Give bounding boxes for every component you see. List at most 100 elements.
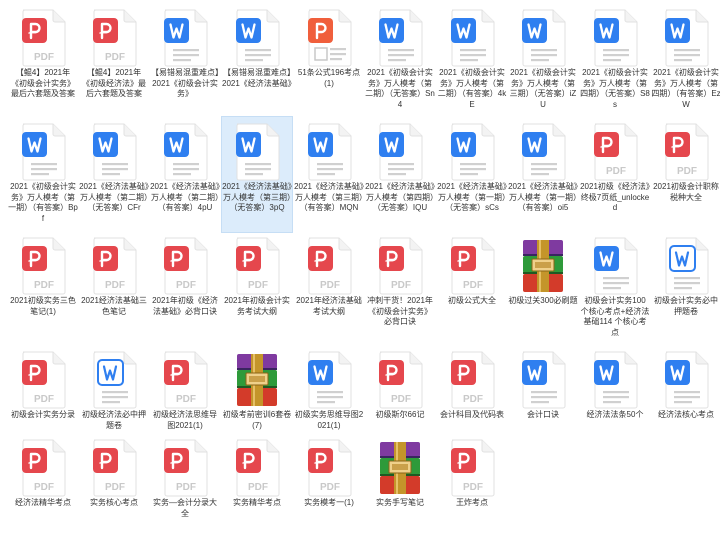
file-item[interactable]: 【易错易混重难点】2021《经济法基础》 (222, 3, 292, 118)
file-name-label: 经济法核心考点 (658, 410, 714, 419)
file-item[interactable]: PDF 实务模考一(1) (294, 433, 364, 533)
pdf-file-icon: PDF (20, 351, 66, 409)
file-name-label: 实务模考一(1) (304, 498, 354, 507)
scroll-corner (700, 536, 720, 544)
file-name-label: 2021经济法基础三色笔记 (81, 296, 147, 316)
ppt-file-icon (306, 9, 352, 67)
file-name-label: 实务—会计分录大全 (153, 498, 217, 518)
svg-text:PDF: PDF (463, 482, 483, 493)
rar-archive-icon (520, 237, 566, 295)
file-item[interactable]: 2021《初级会计实务》万人模考（第二期）（无答案）Sn4 (365, 3, 435, 118)
pdf-file-icon: PDF (20, 9, 66, 67)
pdf-file-icon: PDF (234, 237, 280, 295)
file-item[interactable]: PDF 【鲲4】2021年《初级经济法》最后六套题及答案 (79, 3, 149, 118)
file-item[interactable]: PDF 冲刺干货！2021年《初级会计实务》必背口诀 (365, 231, 435, 346)
file-item[interactable]: PDF 实务—会计分录大全 (150, 433, 220, 533)
file-item[interactable]: PDF 2021年初级《经济法基础》必背口诀 (150, 231, 220, 346)
file-name-label: 会计科目及代码表 (440, 410, 504, 419)
file-item[interactable]: PDF 【鲲4】2021年《初级会计实务》最后六套题及答案 (8, 3, 78, 118)
file-item[interactable]: 2021《经济法基础》万人模考（第二期）（有答案）4pU (150, 117, 220, 232)
pdf-file-icon: PDF (91, 9, 137, 67)
word-outline-file-icon (91, 351, 137, 409)
file-item[interactable]: 2021《初级会计实务》万人模考（第二期）（有答案）4kE (437, 3, 507, 118)
file-grid: PDF 【鲲4】2021年《初级会计实务》最后六套题及答案 PDF 【鲲4】2021年… (0, 0, 720, 544)
file-item[interactable]: PDF 2021年经济法基础考试大纲 (294, 231, 364, 346)
file-name-label: 2021《经济法基础》万人模考（第二期）（无答案）CFr (79, 182, 149, 213)
pdf-file-icon: PDF (449, 439, 495, 497)
pdf-file-icon: PDF (449, 237, 495, 295)
word-file-icon (449, 123, 495, 181)
file-name-label: 【易错易混重难点】2021《经济法基础》 (222, 68, 292, 88)
file-item[interactable]: 2021《经济法基础》万人模考（第一期）（有答案）oi5 (508, 117, 578, 232)
file-item[interactable]: PDF 2021初级《经济法》终极7页纸_unlocked (580, 117, 650, 232)
file-item[interactable]: 初级会计实务必中押题卷 (651, 231, 720, 346)
rar-archive-icon (377, 439, 423, 497)
file-item[interactable]: 2021《经济法基础》万人模考（第四期）（无答案）IQU (365, 117, 435, 232)
file-name-label: 2021《经济法基础》万人模考（第二期）（有答案）4pU (150, 182, 220, 213)
file-name-label: 初级会计实务分录 (11, 410, 75, 419)
file-name-label: 2021《经济法基础》万人模考（第一期）（有答案）oi5 (508, 182, 578, 213)
file-name-label: 初级实务思维导图2021(1) (294, 410, 364, 430)
pdf-file-icon: PDF (91, 237, 137, 295)
file-name-label: 2021初级《经济法》终极7页纸_unlocked (580, 182, 650, 213)
file-item[interactable]: 2021《经济法基础》万人模考（第二期）（无答案）CFr (79, 117, 149, 232)
file-item[interactable]: 2021《初级会计实务》万人模考（第三期）（无答案）iZU (508, 3, 578, 118)
file-item[interactable]: 【易错易混重难点】2021《初级会计实务》 (150, 3, 220, 118)
svg-text:PDF: PDF (248, 280, 268, 291)
file-name-label: 2021《经济法基础》万人模考（第四期）（无答案）IQU (365, 182, 435, 213)
file-item[interactable]: 2021《初级会计实务》万人模考（第四期）（有答案）EzW (651, 3, 720, 118)
word-file-icon (377, 123, 423, 181)
file-item[interactable]: 2021《经济法基础》万人模考（第一期）（无答案）sCs (437, 117, 507, 232)
file-item[interactable]: 初级会计实务100 个核心考点+经济法基础114 个核心考点 (580, 231, 650, 346)
file-name-label: 2021《初级会计实务》万人模考（第四期）（有答案）EzW (651, 68, 720, 109)
file-name-label: 2021年初级《经济法基础》必背口诀 (152, 296, 218, 316)
pdf-file-icon: PDF (377, 237, 423, 295)
word-file-icon (592, 351, 638, 409)
file-name-label: 初级公式大全 (448, 296, 496, 305)
pdf-file-icon: PDF (663, 123, 709, 181)
file-name-label: 初级斯尔66记 (375, 410, 425, 419)
file-item[interactable]: PDF 经济法精华考点 (8, 433, 78, 533)
file-item[interactable]: PDF 2021初级实务三色笔记(1) (8, 231, 78, 346)
word-file-icon (520, 123, 566, 181)
svg-text:PDF: PDF (606, 166, 626, 177)
file-item[interactable]: 2021《经济法基础》万人模考（第三期）（有答案）MQN (294, 117, 364, 232)
word-file-icon (592, 237, 638, 295)
svg-text:PDF: PDF (677, 166, 697, 177)
file-name-label: 冲刺干货！2021年《初级会计实务》必背口诀 (367, 296, 433, 327)
word-file-icon (20, 123, 66, 181)
pdf-file-icon: PDF (234, 439, 280, 497)
file-item[interactable]: PDF 王炸考点 (437, 433, 507, 533)
file-name-label: 经济法精华考点 (15, 498, 71, 507)
file-item[interactable]: 初级过关300必刷题 (508, 231, 578, 346)
file-item[interactable]: PDF 2021初级会计职称税种大全 (651, 117, 720, 232)
file-name-label: 初级会计实务100 个核心考点+经济法基础114 个核心考点 (580, 296, 650, 337)
pdf-file-icon: PDF (20, 237, 66, 295)
svg-text:PDF: PDF (105, 52, 125, 63)
file-name-label: 初级经济法思维导图2021(1) (153, 410, 217, 430)
word-outline-file-icon (663, 237, 709, 295)
file-item[interactable]: PDF 2021经济法基础三色笔记 (79, 231, 149, 346)
file-item[interactable]: PDF 实务核心考点 (79, 433, 149, 533)
pdf-file-icon: PDF (20, 439, 66, 497)
file-name-label: 会计口诀 (527, 410, 559, 419)
pdf-file-icon: PDF (91, 439, 137, 497)
file-item[interactable]: 2021《初级会计实务》万人模考（第四期）（无答案）S8s (580, 3, 650, 118)
file-item[interactable]: 实务手写笔记 (365, 433, 435, 533)
file-item[interactable]: PDF 实务精华考点 (222, 433, 292, 533)
file-item[interactable]: 会计口诀 (508, 345, 578, 460)
file-item[interactable]: 2021《经济法基础》万人模考（第三期）（无答案）3pQ (221, 116, 293, 233)
word-file-icon (91, 123, 137, 181)
file-item[interactable]: 51条公式196考点(1) (294, 3, 364, 118)
file-item[interactable]: PDF 2021年初级会计实务考试大纲 (222, 231, 292, 346)
svg-text:PDF: PDF (105, 482, 125, 493)
file-item[interactable]: 2021《初级会计实务》万人模考（第一期）（有答案）Bpf (8, 117, 78, 232)
svg-text:PDF: PDF (105, 280, 125, 291)
word-file-icon (520, 351, 566, 409)
pdf-file-icon: PDF (162, 237, 208, 295)
file-name-label: 2021《初级会计实务》万人模考（第四期）（无答案）S8s (580, 68, 650, 109)
file-item[interactable]: PDF 初级公式大全 (437, 231, 507, 346)
file-item[interactable]: 经济法法条50个 (580, 345, 650, 460)
file-name-label: 实务核心考点 (90, 498, 138, 507)
file-item[interactable]: 经济法核心考点 (651, 345, 720, 460)
